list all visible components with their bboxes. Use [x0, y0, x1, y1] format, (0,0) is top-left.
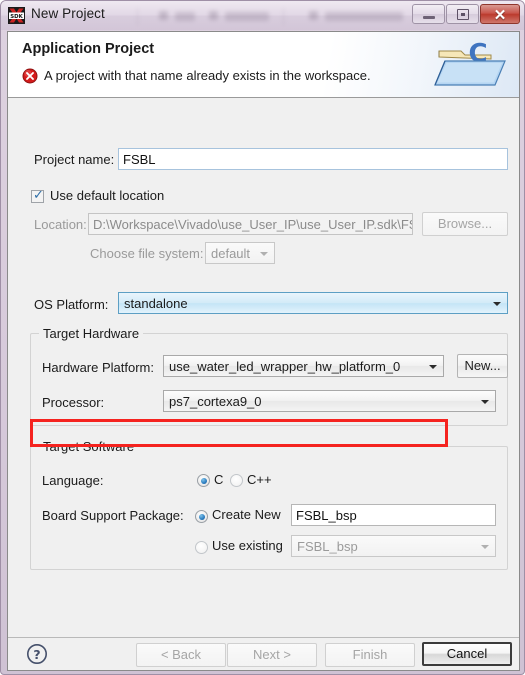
- back-button: < Back: [136, 643, 226, 667]
- cancel-button[interactable]: Cancel: [422, 642, 512, 666]
- dialog-footer: ? < Back Next > Finish Cancel: [8, 637, 519, 670]
- hardware-platform-value: use_water_led_wrapper_hw_platform_0: [169, 359, 401, 374]
- os-platform-value: standalone: [124, 296, 188, 311]
- maximize-icon: [457, 9, 469, 20]
- bsp-use-existing-combo: FSBL_bsp: [291, 535, 496, 557]
- choose-file-system-label: Choose file system:: [90, 246, 204, 261]
- dialog-body: Application Project A project with that …: [7, 31, 520, 671]
- window-title-text: New Project: [31, 6, 105, 21]
- sdk-logo-icon: SDK: [8, 7, 25, 24]
- os-platform-label: OS Platform:: [34, 297, 109, 312]
- chevron-down-icon: [260, 252, 268, 256]
- os-platform-combo[interactable]: standalone: [118, 292, 508, 314]
- project-name-input[interactable]: FSBL: [118, 148, 508, 170]
- target-hardware-group-label: Target Hardware: [39, 326, 144, 341]
- close-icon: ✕: [493, 7, 507, 24]
- background-window-ghost-content: [131, 7, 431, 25]
- use-default-location-checkbox[interactable]: ✓: [31, 188, 44, 203]
- hardware-platform-label: Hardware Platform:: [42, 360, 154, 375]
- next-button: Next >: [227, 643, 317, 667]
- project-name-label: Project name:: [34, 152, 115, 167]
- bsp-use-existing-label: Use existing: [212, 538, 283, 553]
- hardware-platform-combo[interactable]: use_water_led_wrapper_hw_platform_0: [163, 355, 444, 377]
- c-folder-icon: C: [434, 39, 506, 86]
- validation-message: A project with that name already exists …: [44, 68, 371, 83]
- use-default-location-label: Use default location: [50, 188, 165, 203]
- close-button[interactable]: ✕: [480, 4, 520, 24]
- bsp-use-existing-value: FSBL_bsp: [297, 539, 358, 554]
- target-hardware-group: Target Hardware: [30, 326, 508, 426]
- help-question-icon[interactable]: ?: [26, 643, 48, 665]
- maximize-button[interactable]: [446, 4, 479, 24]
- chevron-down-icon: [429, 365, 437, 369]
- language-label: Language:: [42, 473, 104, 488]
- bsp-create-new-label: Create New: [212, 507, 281, 522]
- language-radio-cpp-label: C++: [247, 472, 272, 487]
- location-input: D:\Workspace\Vivado\use_User_IP\use_User…: [88, 213, 413, 235]
- processor-label: Processor:: [42, 395, 105, 410]
- page-title: Application Project: [22, 41, 155, 57]
- target-software-group-label: Target Software: [39, 439, 139, 454]
- svg-text:SDK: SDK: [10, 14, 23, 20]
- bsp-create-new-input[interactable]: FSBL_bsp: [291, 504, 496, 526]
- chevron-down-icon: [481, 545, 489, 549]
- processor-value: ps7_cortexa9_0: [169, 394, 262, 409]
- window-title-bar[interactable]: SDK New Project ✕: [1, 1, 524, 30]
- error-icon: [22, 68, 38, 84]
- browse-button: Browse...: [422, 212, 508, 236]
- processor-combo[interactable]: ps7_cortexa9_0: [163, 390, 496, 412]
- chevron-down-icon: [493, 302, 501, 306]
- minimize-icon: [423, 16, 435, 19]
- bsp-use-existing-radio[interactable]: [195, 541, 208, 554]
- language-radio-cpp[interactable]: [230, 474, 243, 487]
- svg-text:?: ?: [33, 647, 40, 662]
- minimize-button[interactable]: [412, 4, 445, 24]
- new-project-dialog-window: SDK New Project ✕ Application Project A …: [0, 0, 525, 675]
- language-radio-c-label: C: [214, 472, 224, 487]
- board-support-package-label: Board Support Package:: [42, 508, 184, 523]
- wizard-header: Application Project A project with that …: [8, 32, 519, 98]
- check-icon: ✓: [33, 188, 44, 203]
- finish-button: Finish: [325, 643, 415, 667]
- location-label: Location:: [34, 217, 87, 232]
- wizard-content: Project name: FSBL ✓ Use default locatio…: [8, 98, 519, 637]
- choose-file-system-value: default: [211, 246, 251, 261]
- bsp-create-new-radio[interactable]: [195, 510, 208, 523]
- choose-file-system-combo: default: [205, 242, 275, 264]
- new-hardware-platform-button[interactable]: New...: [457, 354, 508, 378]
- chevron-down-icon: [481, 400, 489, 404]
- language-radio-c[interactable]: [197, 474, 210, 487]
